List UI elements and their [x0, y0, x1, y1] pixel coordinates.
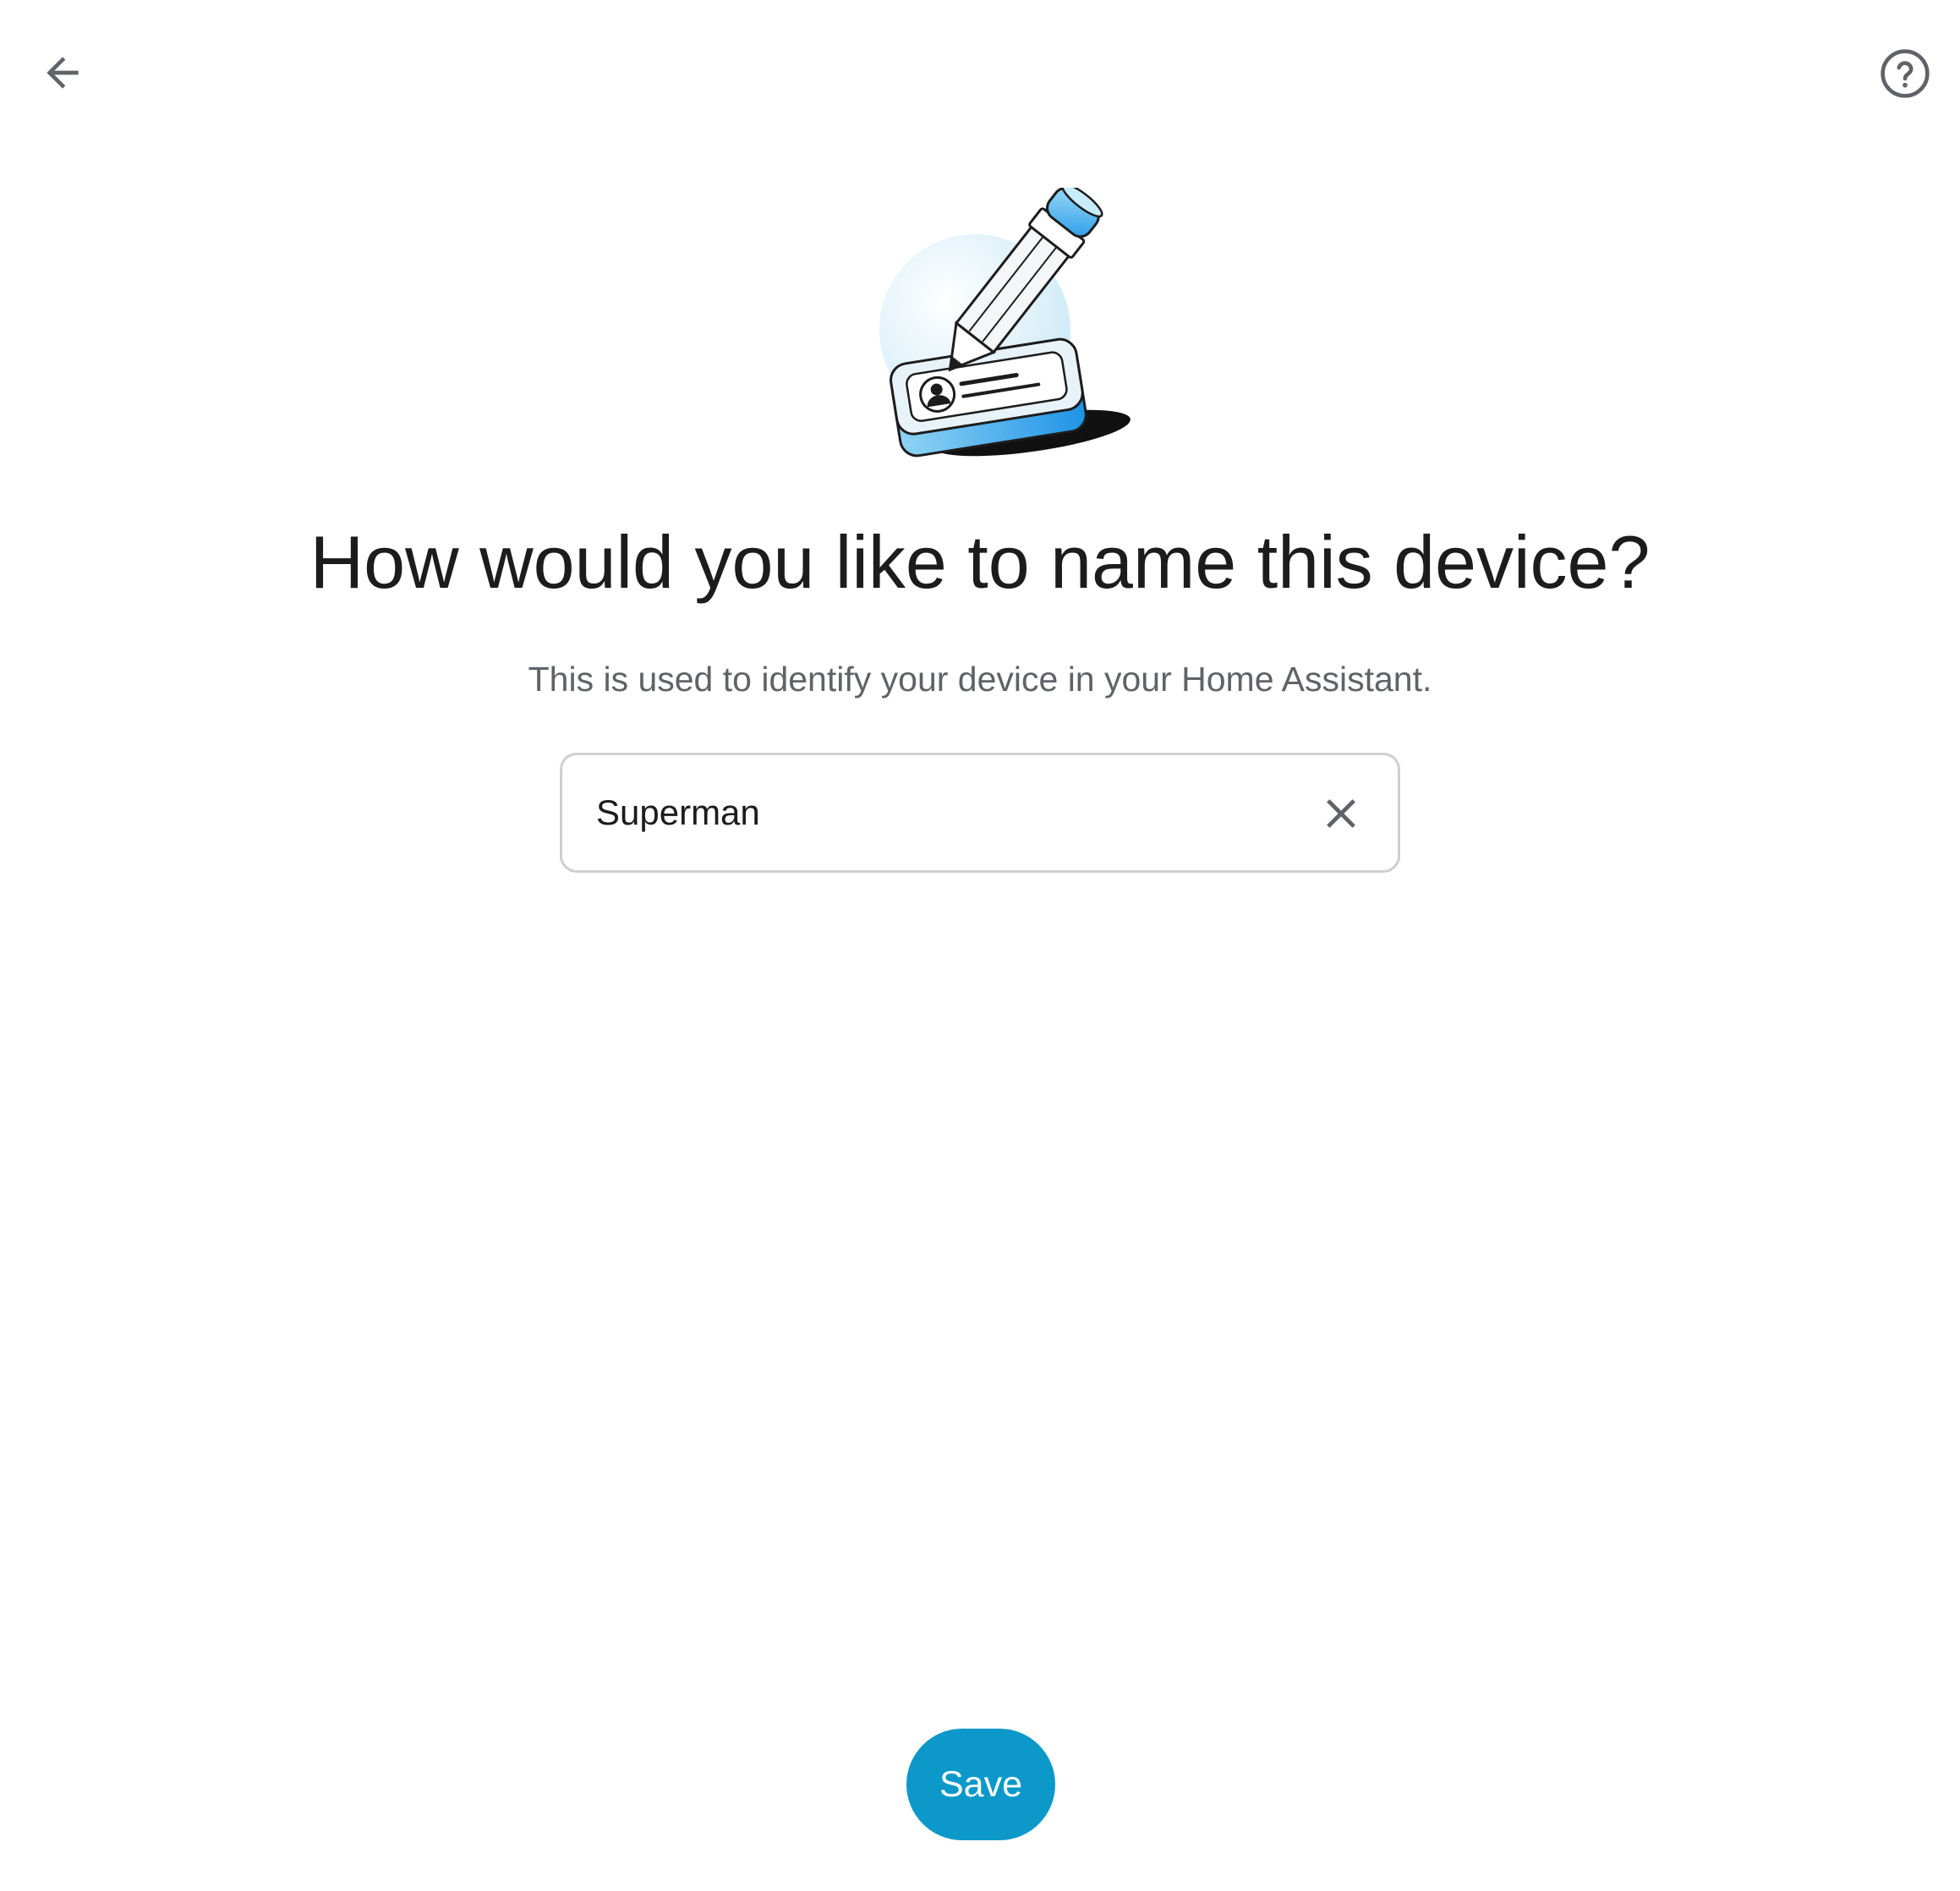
close-icon	[1327, 799, 1355, 828]
save-button[interactable]: Save	[906, 1729, 1055, 1840]
clear-button[interactable]	[1317, 789, 1366, 838]
help-circle-icon	[1881, 49, 1930, 98]
help-button[interactable]	[1875, 44, 1935, 103]
back-button[interactable]	[32, 42, 93, 103]
arrow-back-icon	[47, 57, 79, 89]
device-name-input[interactable]	[596, 792, 1289, 833]
page-title: How would you like to name this device?	[309, 520, 1651, 604]
page-subtitle: This is used to identify your device in …	[528, 660, 1432, 699]
device-name-field[interactable]	[560, 753, 1400, 873]
pencil-id-card-illustration	[871, 183, 1150, 467]
